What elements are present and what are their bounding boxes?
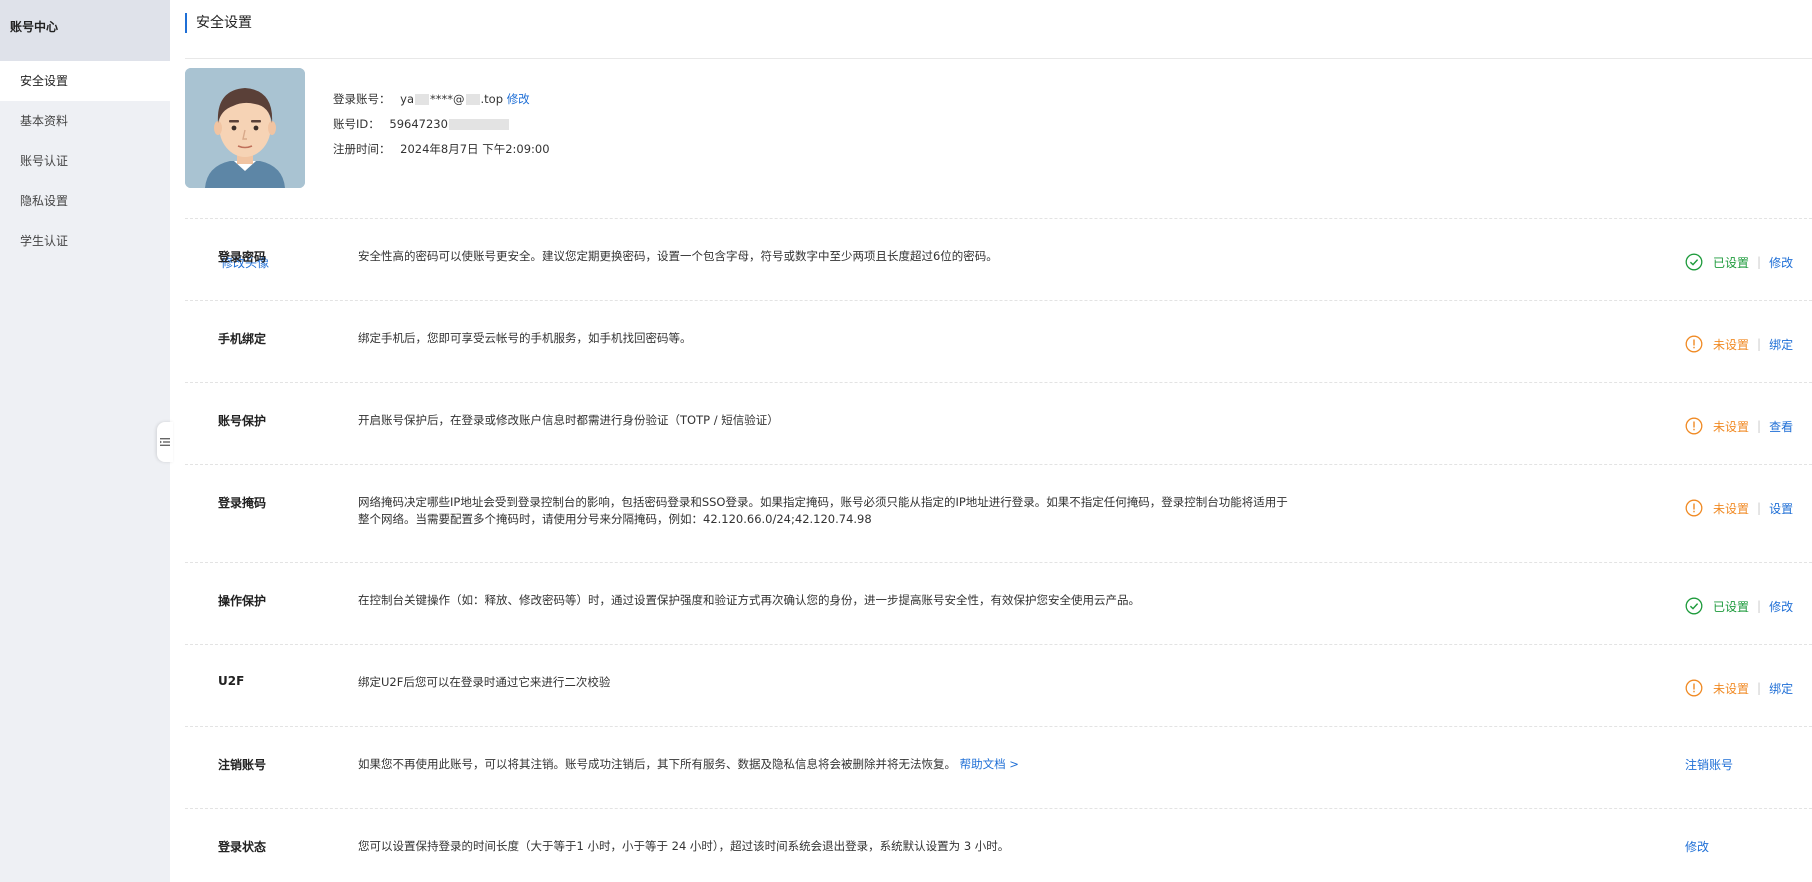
profile-info: 登录账号： ya ****@ .top 修改 账号ID： 59647230 注册时间… (333, 87, 550, 162)
masked-text (465, 94, 480, 105)
sidebar-item-security[interactable]: 安全设置 (0, 61, 170, 101)
warning-circle-icon (1685, 499, 1703, 517)
status-text: 未设置 (1713, 681, 1750, 696)
setting-name: U2F (218, 674, 245, 688)
page-title: 安全设置 (185, 13, 252, 33)
sidebar-item-basic-info[interactable]: 基本资料 (0, 101, 170, 141)
separator: | (1757, 599, 1762, 613)
sidebar-collapse-handle[interactable] (157, 422, 173, 462)
setting-desc: 网络掩码决定哪些IP地址会受到登录控制台的影响，包括密码登录和SSO登录。如果指… (358, 494, 1358, 528)
account-id-label: 账号ID： (333, 117, 380, 131)
login-account-prefix: ya (400, 92, 415, 106)
setting-row-login-mask: 登录掩码 网络掩码决定哪些IP地址会受到登录控制台的影响，包括密码登录和SSO登… (185, 465, 1812, 563)
setting-desc: 如果您不再使用此账号，可以将其注销。账号成功注销后，其下所有服务、数据及隐私信息… (358, 756, 1358, 773)
status-text: 已设置 (1713, 599, 1750, 614)
edit-login-status-link[interactable]: 修改 (1685, 838, 1709, 855)
page-title-bar: 安全设置 (185, 0, 1812, 59)
sidebar-item-account-verification[interactable]: 账号认证 (0, 141, 170, 181)
login-account-row: 登录账号： ya ****@ .top 修改 (333, 87, 550, 112)
setting-status: 未设置 | 查看 (1685, 417, 1793, 435)
bind-u2f-link[interactable]: 绑定 (1769, 680, 1793, 697)
setting-row-account-protection: 账号保护 开启账号保护后，在登录或修改账户信息时都需进行身份验证（TOTP / … (185, 383, 1812, 465)
setting-name: 操作保护 (218, 594, 267, 608)
edit-operation-protection-link[interactable]: 修改 (1769, 598, 1793, 615)
setting-name: 登录密码 (218, 250, 267, 264)
sidebar-title: 账号中心 (0, 0, 170, 61)
check-circle-icon (1685, 253, 1703, 271)
separator: | (1757, 337, 1762, 351)
setting-row-delete-account: 注销账号 如果您不再使用此账号，可以将其注销。账号成功注销后，其下所有服务、数据… (185, 727, 1812, 809)
setting-row-operation-protection: 操作保护 在控制台关键操作（如：释放、修改密码等）时，通过设置保护强度和验证方式… (185, 563, 1812, 645)
setting-desc: 绑定手机后，您即可享受云帐号的手机服务，如手机找回密码等。 (358, 331, 692, 345)
setting-desc: 您可以设置保持登录的时间长度（大于等于1 小时，小于等于 24 小时），超过该时… (358, 839, 1010, 853)
sidebar-list: 安全设置 基本资料 账号认证 隐私设置 学生认证 (0, 61, 170, 261)
masked-text (448, 119, 509, 130)
register-time-value: 2024年8月7日 下午2:09:00 (400, 142, 550, 156)
profile-section: 修改头像 登录账号： ya ****@ .top 修改 账号ID： 59647230… (185, 59, 1812, 270)
setting-desc: 绑定U2F后您可以在登录时通过它来进行二次校验 (358, 675, 611, 689)
status-text: 未设置 (1713, 337, 1750, 352)
setting-desc-text: 如果您不再使用此账号，可以将其注销。账号成功注销后，其下所有服务、数据及隐私信息… (358, 757, 956, 771)
set-mask-link[interactable]: 设置 (1769, 500, 1793, 517)
setting-status: 未设置 | 设置 (1685, 499, 1793, 517)
setting-row-login-status: 登录状态 您可以设置保持登录的时间长度（大于等于1 小时，小于等于 24 小时）… (185, 809, 1812, 882)
edit-login-account-link[interactable]: 修改 (507, 92, 530, 106)
register-time-row: 注册时间： 2024年8月7日 下午2:09:00 (333, 137, 550, 162)
edit-password-link[interactable]: 修改 (1769, 254, 1793, 271)
warning-circle-icon (1685, 335, 1703, 353)
setting-desc: 在控制台关键操作（如：释放、修改密码等）时，通过设置保护强度和验证方式再次确认您… (358, 593, 1140, 607)
setting-status: 未设置 | 绑定 (1685, 335, 1793, 353)
account-id-row: 账号ID： 59647230 (333, 112, 550, 137)
login-account-value: ya ****@ .top (400, 92, 503, 106)
avatar[interactable] (185, 68, 305, 188)
sidebar-item-student-verification[interactable]: 学生认证 (0, 221, 170, 261)
setting-row-u2f: U2F 绑定U2F后您可以在登录时通过它来进行二次校验 未设置 | 绑定 (185, 645, 1812, 727)
separator: | (1757, 419, 1762, 433)
separator: | (1757, 681, 1762, 695)
avatar-illustration (185, 68, 305, 188)
setting-desc: 开启账号保护后，在登录或修改账户信息时都需进行身份验证（TOTP / 短信验证） (358, 413, 779, 427)
status-text: 未设置 (1713, 501, 1750, 516)
register-time-label: 注册时间： (333, 142, 391, 156)
setting-status: 已设置 | 修改 (1685, 253, 1793, 271)
sidebar-item-privacy[interactable]: 隐私设置 (0, 181, 170, 221)
main-content: 安全设置 修改头像 登录账号： ya ****@ .top 修改 账号ID： 5… (185, 0, 1812, 882)
setting-desc-line: 网络掩码决定哪些IP地址会受到登录控制台的影响，包括密码登录和SSO登录。如果指… (358, 495, 1288, 509)
menu-collapse-icon (160, 438, 170, 446)
login-account-middle: ****@ (430, 92, 465, 106)
setting-row-login-password: 登录密码 安全性高的密码可以使账号更安全。建议您定期更换密码，设置一个包含字母，… (185, 219, 1812, 301)
separator: | (1757, 255, 1762, 269)
setting-name: 账号保护 (218, 414, 267, 428)
warning-circle-icon (1685, 679, 1703, 697)
warning-circle-icon (1685, 417, 1703, 435)
status-text: 已设置 (1713, 255, 1750, 270)
masked-text (415, 94, 430, 105)
view-protection-link[interactable]: 查看 (1769, 418, 1793, 435)
bind-phone-link[interactable]: 绑定 (1769, 336, 1793, 353)
check-circle-icon (1685, 597, 1703, 615)
setting-status: 未设置 | 绑定 (1685, 679, 1793, 697)
setting-name: 手机绑定 (218, 332, 267, 346)
help-doc-link[interactable]: 帮助文档 > (960, 757, 1019, 771)
delete-account-link[interactable]: 注销账号 (1685, 756, 1733, 773)
setting-desc: 安全性高的密码可以使账号更安全。建议您定期更换密码，设置一个包含字母，符号或数字… (358, 249, 998, 263)
separator: | (1757, 501, 1762, 515)
status-text: 未设置 (1713, 419, 1750, 434)
setting-name: 登录掩码 (218, 496, 267, 510)
sidebar: 账号中心 安全设置 基本资料 账号认证 隐私设置 学生认证 (0, 0, 170, 882)
setting-desc-line: 整个网络。当需要配置多个掩码时，请使用分号来分隔掩码，例如：42.120.66.… (358, 512, 872, 526)
login-account-label: 登录账号： (333, 92, 391, 106)
account-id-value: 59647230 (389, 117, 448, 131)
setting-status: 已设置 | 修改 (1685, 597, 1793, 615)
setting-name: 注销账号 (218, 758, 267, 772)
setting-row-phone-binding: 手机绑定 绑定手机后，您即可享受云帐号的手机服务，如手机找回密码等。 未设置 |… (185, 301, 1812, 383)
setting-name: 登录状态 (218, 840, 267, 854)
login-account-suffix: .top (480, 92, 504, 106)
